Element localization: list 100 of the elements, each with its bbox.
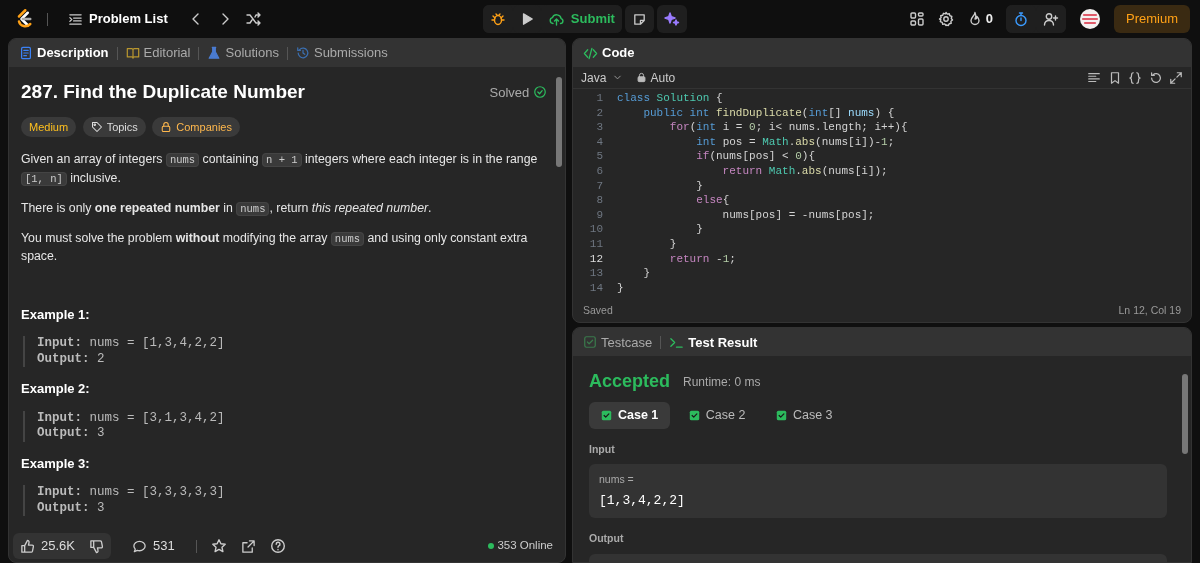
line-number: 13 — [588, 266, 604, 281]
description-paragraph: Given an array of integers nums containing n + 1 integers where each integer is in the range [1, n] inclusive. — [21, 151, 539, 188]
line-number: 12 — [588, 251, 604, 267]
document-icon — [19, 46, 33, 60]
example-line: Input: nums = [3,1,3,4,2] — [37, 410, 226, 427]
variable-name: nums = — [599, 471, 635, 487]
book-icon — [125, 46, 140, 60]
tab[interactable]: Description — [17, 43, 111, 63]
code-icon — [583, 45, 598, 61]
code-line: nums[pos] = -nums[pos]; — [721, 207, 875, 223]
verdict: Accepted — [589, 370, 671, 394]
line-number: 1 — [595, 91, 604, 106]
code-line: if(nums[pos] < 0){ — [695, 149, 816, 164]
braces-icon[interactable] — [1128, 70, 1142, 85]
output-label: Output — [589, 531, 625, 547]
tab[interactable]: Testcase — [581, 332, 655, 353]
scrollbar-thumb[interactable] — [556, 77, 562, 167]
code-line: return -1; — [668, 251, 736, 267]
tag-icon — [90, 121, 103, 134]
code-line: public int findDuplicate(int[] nums) { — [642, 105, 895, 121]
code-line: } — [695, 222, 703, 237]
line-number: 7 — [595, 178, 604, 194]
history-icon — [295, 46, 310, 60]
code-line: } — [642, 266, 650, 281]
example-line: Output: 3 — [37, 500, 106, 517]
example-line: Output: 3 — [37, 426, 106, 442]
language-dropdown[interactable]: Java — [581, 63, 624, 92]
example-line: Input: nums = [3,3,3,3,3] — [37, 485, 226, 501]
line-number: 3 — [595, 120, 604, 135]
solved-label: Solved — [489, 83, 530, 102]
thumbs-down-icon — [89, 538, 104, 554]
cursor-position: Ln 12, Col 19 — [1118, 302, 1181, 318]
input-label: Input — [589, 441, 616, 457]
line-number: 10 — [588, 222, 604, 237]
note-icon — [632, 11, 648, 27]
settings-icon[interactable] — [937, 11, 954, 27]
share-icon[interactable] — [240, 538, 256, 554]
problem-list-button[interactable]: Problem List — [61, 5, 175, 33]
code-line: } — [695, 178, 703, 194]
expand-icon[interactable] — [1169, 70, 1183, 85]
note-button[interactable] — [625, 5, 655, 33]
comments-button[interactable]: 531 — [125, 532, 182, 560]
case-tab[interactable]: Case 2 — [676, 401, 758, 429]
ai-button[interactable] — [657, 5, 688, 33]
reset-icon[interactable] — [1148, 70, 1163, 85]
code-line: else{ — [695, 193, 730, 208]
line-number: 9 — [595, 207, 604, 223]
example-heading: Example 1: — [21, 305, 91, 324]
variable-value: [1,3,4,2,2] — [599, 491, 686, 510]
problem-title: 287. Find the Duplicate Number — [21, 81, 305, 104]
layout-icon[interactable] — [908, 11, 925, 27]
online-dot — [488, 543, 495, 549]
line-number: 14 — [588, 280, 604, 296]
description-paragraph: You must solve the problem without modifying the array nums and using only constant extra space. — [21, 229, 529, 266]
case-tab[interactable]: Case 1 — [589, 401, 671, 429]
lock-icon — [636, 72, 648, 83]
save-status: Saved — [583, 302, 613, 318]
example-line: Input: nums = [1,3,4,2,2] — [37, 336, 226, 352]
code-line: class Solution { — [617, 91, 723, 106]
checkbox-icon — [583, 335, 597, 350]
line-number: 6 — [595, 163, 604, 179]
add-person-icon — [1043, 11, 1059, 27]
thumbs-up-icon — [20, 538, 35, 554]
online-count: 353 Online — [497, 538, 553, 554]
comment-icon — [132, 538, 147, 554]
code-line: return Math.abs(nums[i]); — [721, 163, 888, 179]
streak-count: 0 — [985, 10, 993, 29]
code-tab[interactable]: Code — [581, 43, 637, 63]
star-icon[interactable] — [210, 538, 227, 554]
stopwatch-icon — [1013, 11, 1029, 27]
runtime: Runtime: 0 ms — [683, 373, 761, 391]
line-number: 5 — [595, 149, 604, 164]
format-icon[interactable] — [1087, 70, 1101, 85]
difficulty-tag[interactable]: Medium — [21, 116, 77, 138]
premium-button[interactable]: Premium — [1114, 5, 1190, 33]
description-paragraph: There is only one repeated number in nums , return this repeated number. — [21, 199, 433, 218]
list-icon — [68, 11, 83, 27]
avatar-icon[interactable] — [1079, 8, 1101, 30]
passed-check-icon — [688, 409, 700, 421]
line-number: 2 — [595, 105, 604, 121]
line-number: 4 — [595, 134, 604, 150]
sparkle-icon — [664, 11, 681, 27]
tab[interactable]: Submissions — [293, 43, 390, 63]
lock-icon — [160, 121, 173, 134]
case-tab[interactable]: Case 3 — [763, 401, 845, 429]
line-number: 11 — [588, 236, 604, 252]
topics-tag[interactable]: Topics — [82, 116, 146, 138]
tab[interactable]: Solutions — [205, 43, 281, 63]
shuffle-icon[interactable] — [245, 11, 262, 27]
companies-tag[interactable]: Companies — [152, 116, 240, 138]
cloud-upload-icon — [547, 11, 565, 27]
tab[interactable]: Test Result — [667, 332, 760, 353]
code-line: for(int i = 0; i< nums.length; i++){ — [668, 120, 908, 135]
code-line: int pos = Math.abs(nums[i])-1; — [695, 134, 895, 150]
help-icon[interactable] — [269, 538, 286, 554]
line-number: 8 — [595, 193, 604, 208]
example-line: Output: 2 — [37, 351, 106, 368]
scrollbar-thumb[interactable] — [1182, 374, 1188, 455]
code-line: } — [617, 280, 624, 296]
tab[interactable]: Editorial — [123, 43, 193, 63]
